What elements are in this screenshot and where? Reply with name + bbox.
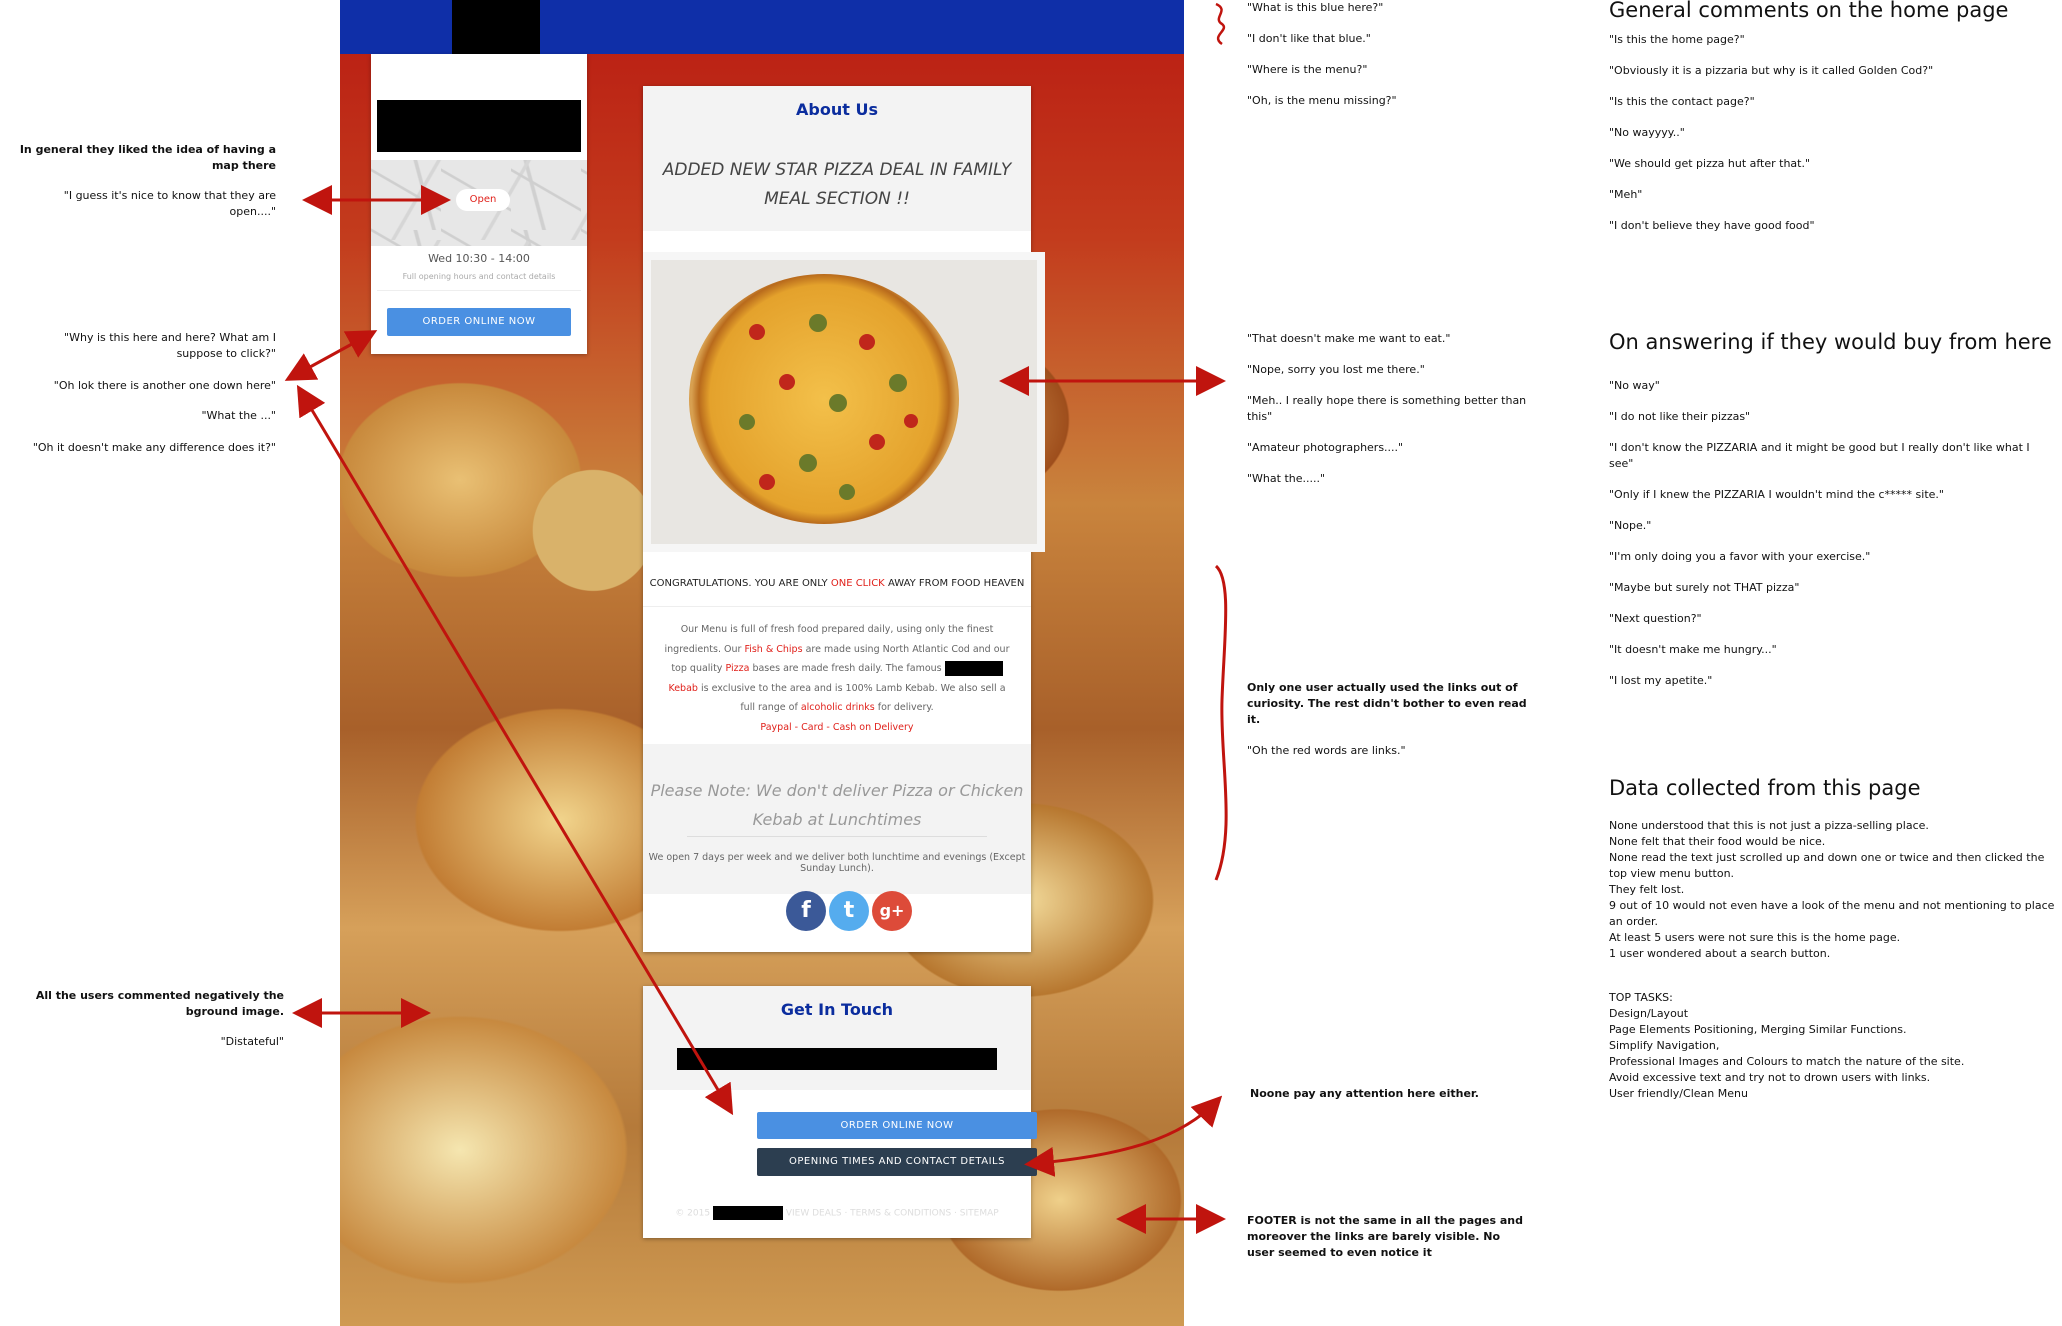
- map-intro-note: In general they liked the idea of having…: [19, 143, 276, 172]
- open-days-text: We open 7 days per week and we deliver b…: [648, 852, 1026, 874]
- delivery-note: Please Note: We don't deliver Pizza or C…: [650, 781, 1024, 829]
- twitter-icon[interactable]: t: [829, 891, 869, 931]
- buy-answers-list: "No way" "I do not like their pizzas" "I…: [1609, 379, 2030, 687]
- pizza: [689, 274, 959, 524]
- pizza-photo-comments: "That doesn't make me want to eat." "Nop…: [1247, 332, 1527, 485]
- about-us-card: About Us ADDED NEW STAR PIZZA DEAL IN FA…: [643, 86, 1045, 952]
- get-in-touch-title: Get In Touch: [780, 1000, 894, 1019]
- get-in-touch-card: Get In Touch ORDER ONLINE NOW OPENING TI…: [643, 986, 1037, 1238]
- footer-links[interactable]: VIEW DEALS · TERMS & CONDITIONS · SITEMA…: [786, 1209, 999, 1219]
- one-click-link[interactable]: ONE CLICK: [831, 578, 885, 589]
- general-comments-heading: General comments on the home page: [1609, 0, 2009, 22]
- menu-description: Our Menu is full of fresh food prepared …: [664, 624, 1010, 733]
- red-words-quote: "Oh the red words are links.": [1247, 744, 1406, 757]
- redacted-text: [944, 661, 1003, 676]
- bground-note: All the users commented negatively the b…: [35, 989, 284, 1018]
- congrats-line: CONGRATULATIONS. YOU ARE ONLY ONE CLICK …: [649, 578, 1025, 589]
- general-comments-list: "Is this the home page?" "Obviously it i…: [1609, 33, 1934, 232]
- alcoholic-drinks-link[interactable]: alcoholic drinks: [801, 702, 875, 713]
- promo-text: ADDED NEW STAR PIZZA DEAL IN FAMILY MEAL…: [662, 160, 1012, 209]
- no-difference-note: "Oh it doesn't make any difference does …: [32, 441, 276, 454]
- links-note: Only one user actually used the links ou…: [1247, 681, 1527, 726]
- map-quote-note: "I guess it's nice to know that they are…: [63, 189, 276, 218]
- side-info-card: Open Wed 10:30 - 14:00 Full opening hour…: [371, 54, 587, 354]
- noone-note: Noone pay any attention here either.: [1250, 1087, 1479, 1100]
- data-collected-list: None understood that this is not just a …: [1609, 819, 2055, 960]
- top-squiggle: [1215, 2, 1226, 46]
- google-plus-icon[interactable]: g+: [872, 891, 912, 931]
- payment-options-link[interactable]: Paypal - Card - Cash on Delivery: [760, 722, 913, 733]
- divider: [377, 290, 581, 291]
- fish-chips-link[interactable]: Fish & Chips: [744, 644, 802, 655]
- why-here-note: "Why is this here and here? What am I su…: [64, 331, 276, 360]
- facebook-icon[interactable]: f: [786, 891, 826, 931]
- about-us-title: About Us: [796, 100, 878, 119]
- order-online-button[interactable]: ORDER ONLINE NOW: [387, 308, 571, 336]
- footer: © 2015 VIEW DEALS · TERMS & CONDITIONS ·…: [643, 1206, 1031, 1220]
- data-collected-heading: Data collected from this page: [1609, 776, 1921, 800]
- distasteful-note: "Distateful": [220, 1035, 284, 1048]
- website-screenshot: Open Wed 10:30 - 14:00 Full opening hour…: [340, 0, 1184, 1326]
- redacted-address: [677, 1048, 997, 1070]
- buy-heading: On answering if they would buy from here: [1609, 330, 2052, 354]
- top-tasks-list: TOP TASKS: Design/Layout Page Elements P…: [1609, 991, 1965, 1100]
- opening-hours: Wed 10:30 - 14:00: [428, 252, 530, 265]
- opening-times-button[interactable]: OPENING TIMES AND CONTACT DETAILS: [757, 1148, 1037, 1176]
- open-status-badge: Open: [456, 189, 510, 211]
- blue-comments: "What is this blue here?" "I don't like …: [1247, 1, 1397, 107]
- hours-details-link[interactable]: Full opening hours and contact details: [371, 272, 587, 281]
- divider: [687, 836, 987, 837]
- redacted-footer-name: [712, 1206, 783, 1220]
- kebab-link[interactable]: Kebab: [668, 683, 697, 694]
- what-the-note: "What the ...": [201, 409, 276, 422]
- pizza-photo: [643, 252, 1045, 552]
- footer-note: FOOTER is not the same in all the pages …: [1247, 1214, 1523, 1259]
- order-online-button[interactable]: ORDER ONLINE NOW: [757, 1112, 1037, 1139]
- another-one-note: "Oh lok there is another one down here": [53, 379, 276, 392]
- pizza-link[interactable]: Pizza: [725, 663, 749, 674]
- redacted-name: [377, 100, 581, 152]
- links-bracket: [1214, 564, 1228, 881]
